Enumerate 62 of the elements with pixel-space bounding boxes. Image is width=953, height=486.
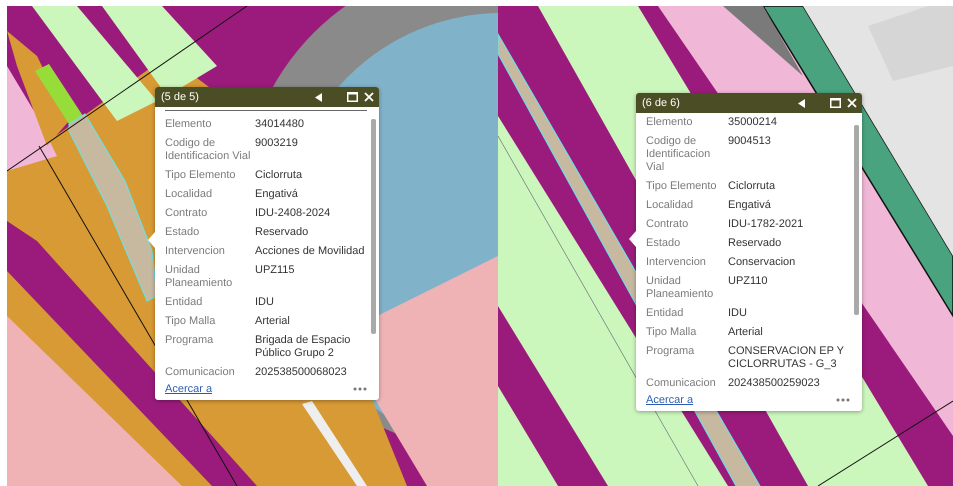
field-label: Localidad xyxy=(165,188,214,201)
field-value: 9004513 xyxy=(728,135,772,149)
field-label: Localidad xyxy=(646,199,694,212)
field-label: Entidad xyxy=(646,307,684,320)
field-value: Conservacion xyxy=(728,256,796,269)
field-value: Brigada de Espacio Público Grupo 2 xyxy=(255,334,352,360)
close-icon[interactable] xyxy=(847,98,857,108)
field-value: Engativá xyxy=(728,199,772,212)
more-icon[interactable] xyxy=(836,398,850,402)
field-label: Estado xyxy=(165,226,200,239)
previous-icon[interactable] xyxy=(315,92,322,102)
field-value: UPZ115 xyxy=(255,264,296,278)
field-value: UPZ110 xyxy=(728,275,769,289)
field-label: Comunicacion xyxy=(646,377,717,390)
field-value: IDU-1782-2021 xyxy=(728,218,804,231)
zoom-to-link[interactable]: Acercar a xyxy=(646,394,694,406)
popup-title: (6 de 6) xyxy=(642,97,680,109)
field-label: Contrato xyxy=(646,218,690,231)
field-value: 202438500259023 xyxy=(728,377,821,390)
field-label: Unidad Planeamiento xyxy=(165,264,234,290)
scrollbar-thumb[interactable] xyxy=(371,119,376,334)
previous-icon[interactable] xyxy=(798,98,805,108)
field-label: Programa xyxy=(165,334,214,348)
field-value: IDU xyxy=(728,307,748,320)
field-label: Programa xyxy=(646,345,696,359)
scrollbar-thumb[interactable] xyxy=(854,125,859,315)
field-label: Tipo Malla xyxy=(165,315,216,328)
field-value: 34014480 xyxy=(255,118,305,131)
field-value: IDU-2408-2024 xyxy=(255,207,332,220)
field-value: Ciclorruta xyxy=(255,169,304,182)
field-value: Arterial xyxy=(728,326,764,339)
field-label: Tipo Elemento xyxy=(646,180,718,193)
field-label: Tipo Malla xyxy=(646,326,698,339)
zoom-to-link[interactable]: Acercar a xyxy=(165,383,212,395)
field-label: Entidad xyxy=(165,296,204,309)
field-value: 35000214 xyxy=(728,116,778,129)
field-label: Codigo de Identificacion Vial xyxy=(646,135,712,174)
field-value: IDU xyxy=(255,296,275,309)
maximize-icon[interactable] xyxy=(830,98,841,108)
field-label: Intervencion xyxy=(165,245,226,258)
field-value: 9003219 xyxy=(255,137,299,151)
field-value: 202538500068023 xyxy=(255,366,348,379)
maximize-icon[interactable] xyxy=(347,92,358,102)
field-value: Acciones de Movilidad xyxy=(255,245,366,258)
field-label: Contrato xyxy=(165,207,208,220)
field-label: Estado xyxy=(646,237,682,250)
field-value: Reservado xyxy=(255,226,310,239)
close-icon[interactable] xyxy=(364,92,374,102)
field-value: Engativá xyxy=(255,188,299,201)
more-icon[interactable] xyxy=(353,387,367,391)
field-value: Arterial xyxy=(255,315,291,328)
field-label: Elemento xyxy=(165,118,212,131)
field-label: Comunicacion xyxy=(165,366,236,379)
field-label: Tipo Elemento xyxy=(165,169,237,182)
popup-title: (5 de 5) xyxy=(161,91,199,103)
field-value: Ciclorruta xyxy=(728,180,776,193)
field-label: Intervencion xyxy=(646,256,707,269)
field-value: Reservado xyxy=(728,237,782,250)
field-label: Codigo de Identificacion Vial xyxy=(165,137,252,163)
field-value: CONSERVACION EP Y CICLORRUTAS - G_3 xyxy=(728,345,845,371)
field-label: Unidad Planeamiento xyxy=(646,275,714,301)
field-label: Elemento xyxy=(646,116,694,129)
